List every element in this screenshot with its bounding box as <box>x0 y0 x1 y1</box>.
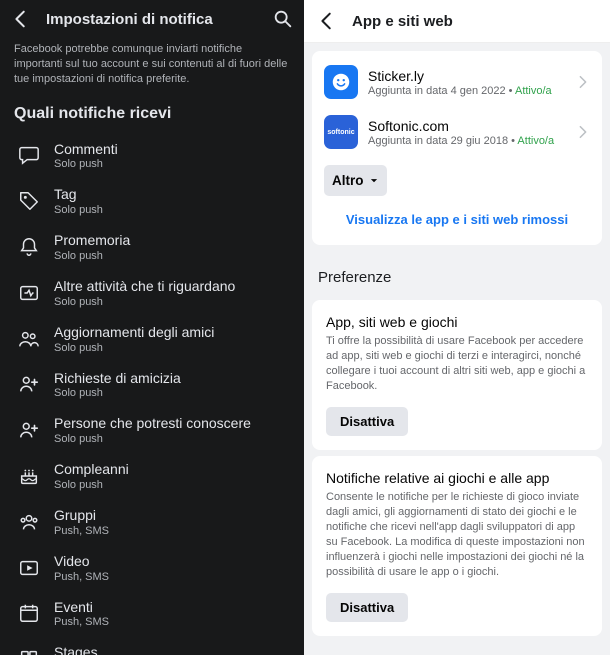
notification-item-subtitle: Push, SMS <box>54 616 288 628</box>
notification-item[interactable]: Gruppi Push, SMS <box>8 499 296 545</box>
notification-item-title: Compleanni <box>54 461 288 478</box>
back-icon[interactable] <box>10 8 32 30</box>
notification-item[interactable]: Commenti Solo push <box>8 133 296 179</box>
notification-item-subtitle: Solo push <box>54 479 288 491</box>
notification-item-title: Stages <box>54 644 288 655</box>
friend-request-icon <box>18 373 40 395</box>
notification-item[interactable]: Tag Solo push <box>8 178 296 224</box>
view-removed-link[interactable]: Visualizza le app e i siti web rimossi <box>312 196 602 235</box>
preference-title: App, siti web e giochi <box>326 314 588 330</box>
activity-icon <box>18 282 40 304</box>
notification-item-subtitle: Solo push <box>54 387 288 399</box>
notification-item-subtitle: Solo push <box>54 433 288 445</box>
more-button-label: Altro <box>332 173 364 188</box>
search-icon[interactable] <box>272 8 294 30</box>
notification-item[interactable]: Stages Push, Email, SMS <box>8 636 296 655</box>
deactivate-button[interactable]: Disattiva <box>326 407 408 436</box>
app-item[interactable]: softonic Softonic.com Aggiunta in data 2… <box>312 107 602 157</box>
app-icon: softonic <box>324 115 358 149</box>
app-name: Sticker.ly <box>368 68 566 84</box>
notification-item-title: Richieste di amicizia <box>54 370 288 387</box>
preference-title: Notifiche relative ai giochi e alle app <box>326 470 588 486</box>
caret-down-icon <box>369 176 379 186</box>
notification-item-subtitle: Solo push <box>54 204 288 216</box>
left-description: Facebook potrebbe comunque inviarti noti… <box>0 38 304 101</box>
notification-item[interactable]: Persone che potresti conoscere Solo push <box>8 407 296 453</box>
back-icon[interactable] <box>316 10 338 32</box>
preference-card: App, siti web e giochi Ti offre la possi… <box>312 300 602 450</box>
notification-item[interactable]: Video Push, SMS <box>8 545 296 591</box>
preference-description: Consente le notifiche per le richieste d… <box>326 490 588 579</box>
notification-list: Commenti Solo push Tag Solo push Promemo… <box>0 133 304 655</box>
bell-icon <box>18 236 40 258</box>
notification-item-title: Tag <box>54 186 288 203</box>
right-header-title: App e siti web <box>352 13 598 30</box>
apps-websites-panel: App e siti web Sticker.ly Aggiunta in da… <box>304 0 610 655</box>
notification-item-title: Gruppi <box>54 507 288 524</box>
video-icon <box>18 557 40 579</box>
notification-item-title: Persone che potresti conoscere <box>54 415 288 432</box>
notification-item-subtitle: Push, SMS <box>54 571 288 583</box>
notification-item-title: Aggiornamenti degli amici <box>54 324 288 341</box>
app-meta: Aggiunta in data 29 giu 2018 • Attivo/a <box>368 135 566 147</box>
app-meta: Aggiunta in data 4 gen 2022 • Attivo/a <box>368 85 566 97</box>
right-header: App e siti web <box>304 0 610 43</box>
chevron-right-icon <box>576 75 590 89</box>
people-suggest-icon <box>18 419 40 441</box>
more-button[interactable]: Altro <box>324 165 387 196</box>
notification-item-subtitle: Push, SMS <box>54 525 288 537</box>
tag-icon <box>18 190 40 212</box>
comment-icon <box>18 144 40 166</box>
left-header: Impostazioni di notifica <box>0 0 304 38</box>
notification-item-subtitle: Solo push <box>54 296 288 308</box>
stages-icon <box>18 648 40 655</box>
notification-item[interactable]: Compleanni Solo push <box>8 453 296 499</box>
notification-item[interactable]: Richieste di amicizia Solo push <box>8 362 296 408</box>
deactivate-button[interactable]: Disattiva <box>326 593 408 622</box>
birthday-icon <box>18 465 40 487</box>
notification-item-subtitle: Solo push <box>54 342 288 354</box>
preference-description: Ti offre la possibilità di usare Faceboo… <box>326 334 588 393</box>
app-icon <box>324 65 358 99</box>
app-status: Attivo/a <box>515 85 552 97</box>
notification-item-title: Video <box>54 553 288 570</box>
friends-update-icon <box>18 328 40 350</box>
left-section-title: Quali notifiche ricevi <box>0 101 304 133</box>
softonic-app-icon: softonic <box>327 129 354 136</box>
sticker-app-icon <box>330 71 352 93</box>
notification-item-title: Commenti <box>54 141 288 158</box>
app-status: Attivo/a <box>517 135 554 147</box>
app-name: Softonic.com <box>368 118 566 134</box>
chevron-right-icon <box>576 125 590 139</box>
apps-card: Sticker.ly Aggiunta in data 4 gen 2022 •… <box>312 51 602 245</box>
notification-item[interactable]: Altre attività che ti riguardano Solo pu… <box>8 270 296 316</box>
notification-item-title: Altre attività che ti riguardano <box>54 278 288 295</box>
notification-item[interactable]: Aggiornamenti degli amici Solo push <box>8 316 296 362</box>
notification-item-title: Eventi <box>54 599 288 616</box>
notification-settings-panel: Impostazioni di notifica Facebook potreb… <box>0 0 304 655</box>
preferences-section-title: Preferenze <box>304 253 610 294</box>
notification-item-subtitle: Solo push <box>54 250 288 262</box>
left-header-title: Impostazioni di notifica <box>46 11 258 28</box>
notification-item-subtitle: Solo push <box>54 158 288 170</box>
notification-item[interactable]: Eventi Push, SMS <box>8 591 296 637</box>
preference-card: Notifiche relative ai giochi e alle app … <box>312 456 602 636</box>
notification-item-title: Promemoria <box>54 232 288 249</box>
notification-item[interactable]: Promemoria Solo push <box>8 224 296 270</box>
groups-icon <box>18 511 40 533</box>
events-icon <box>18 602 40 624</box>
app-item[interactable]: Sticker.ly Aggiunta in data 4 gen 2022 •… <box>312 57 602 107</box>
